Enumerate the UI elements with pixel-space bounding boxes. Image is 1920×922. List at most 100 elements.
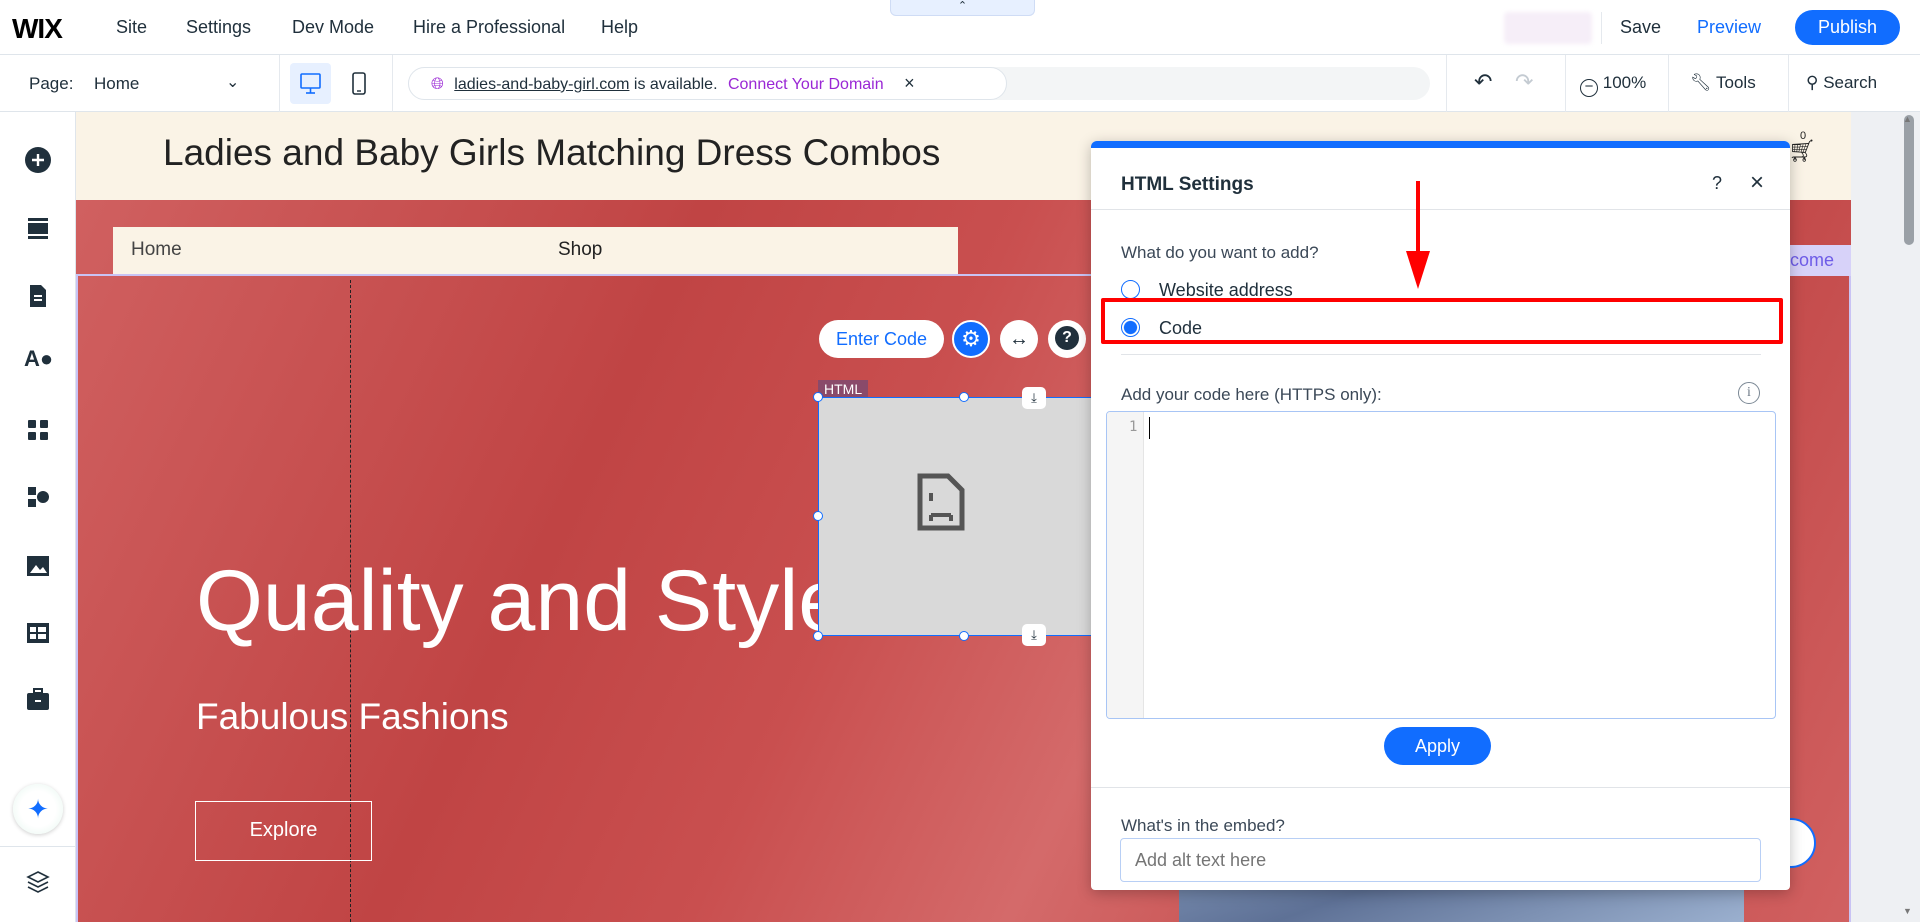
divider — [0, 846, 76, 847]
menu-settings[interactable]: Settings — [186, 17, 251, 38]
divider — [1121, 354, 1761, 355]
collapse-handle[interactable]: ⌃ — [890, 0, 1035, 16]
explore-button[interactable]: Explore — [195, 801, 372, 861]
theme-icon[interactable]: A● — [24, 346, 53, 374]
publish-button[interactable]: Publish — [1795, 10, 1900, 45]
nav-shop[interactable]: Shop — [558, 239, 602, 261]
scroll-up-arrow[interactable]: ▲ — [1903, 114, 1912, 124]
alt-text-input[interactable] — [1120, 838, 1761, 882]
page-value: Home — [94, 74, 140, 93]
business-apps-icon[interactable] — [24, 483, 52, 511]
gear-icon: ⚙︎ — [961, 326, 981, 351]
save-button[interactable]: Save — [1620, 17, 1661, 38]
stretch-button[interactable]: ↔ — [1000, 320, 1038, 358]
portfolio-icon[interactable] — [24, 686, 52, 714]
code-input[interactable] — [1149, 417, 1152, 439]
pages-icon[interactable] — [24, 282, 52, 310]
chevron-down-icon: ⌄ — [226, 74, 240, 91]
dialog-help-button[interactable]: ? — [1712, 173, 1722, 194]
wix-logo[interactable]: WIX — [12, 13, 63, 45]
connect-domain-link[interactable]: Connect Your Domain — [728, 76, 884, 93]
site-nav — [113, 227, 958, 274]
editor-toolbar: Page: Home ⌄ 🌐︎ ladies-and-baby-girl.com … — [0, 55, 1920, 112]
domain-status: is available. — [633, 76, 718, 93]
divider — [1601, 12, 1602, 44]
cart-icon[interactable]: 🛒︎ 0 — [1788, 130, 1816, 164]
code-label: Add your code here (HTTPS only): — [1121, 385, 1382, 404]
resize-handle[interactable] — [813, 392, 823, 402]
domain-notice: 🌐︎ ladies-and-baby-girl.com is available… — [408, 67, 1007, 100]
divider — [1091, 209, 1790, 210]
anchor-bottom-button[interactable]: ⤓ — [1022, 624, 1046, 646]
help-icon: ? — [1055, 326, 1079, 350]
tools-button[interactable]: 🔧︎ Tools — [1690, 73, 1756, 93]
html-settings-dialog: HTML Settings ? × What do you want to ad… — [1091, 141, 1790, 890]
search-button[interactable]: ⚲ Search — [1806, 73, 1877, 93]
settings-gear-button[interactable]: ⚙︎ — [952, 320, 990, 358]
menu-dev-mode[interactable]: Dev Mode — [292, 17, 374, 38]
search-icon: ⚲ — [1806, 73, 1819, 92]
info-icon[interactable]: i — [1738, 382, 1760, 404]
line-number: 1 — [1129, 419, 1138, 435]
add-elements-icon[interactable] — [24, 146, 52, 174]
desktop-icon — [300, 73, 321, 94]
layers-icon[interactable] — [24, 868, 52, 896]
broken-file-icon — [917, 473, 965, 531]
cms-icon[interactable] — [24, 619, 52, 647]
tools-label: Tools — [1716, 73, 1756, 92]
add-type-question: What do you want to add? — [1121, 243, 1319, 262]
avatar[interactable] — [1504, 12, 1592, 44]
hero-subtitle[interactable]: Fabulous Fashions — [196, 696, 509, 738]
zoom-control[interactable]: − 100% — [1580, 73, 1646, 97]
divider — [1091, 787, 1790, 788]
scroll-down-arrow[interactable]: ▼ — [1903, 906, 1912, 916]
anchor-top-button[interactable]: ⤓ — [1022, 387, 1046, 409]
cart-count: 0 — [1800, 130, 1807, 142]
domain-name[interactable]: ladies-and-baby-girl.com — [454, 76, 629, 93]
dialog-close-button[interactable]: × — [1750, 169, 1764, 197]
left-sidebar: A● ✦ — [0, 112, 76, 922]
desktop-view-button[interactable] — [290, 63, 331, 104]
menu-site[interactable]: Site — [116, 17, 147, 38]
apply-button[interactable]: Apply — [1384, 727, 1491, 765]
hero-title[interactable]: Quality and Style — [196, 552, 846, 651]
enter-code-button[interactable]: Enter Code — [819, 320, 944, 358]
dialog-title: HTML Settings — [1121, 174, 1254, 195]
mobile-icon — [352, 72, 366, 95]
annotation-arrow-icon — [1406, 181, 1430, 289]
apps-icon[interactable] — [24, 416, 52, 444]
media-icon[interactable] — [24, 552, 52, 580]
globe-icon: 🌐︎ — [431, 76, 444, 93]
nav-home[interactable]: Home — [131, 239, 182, 261]
ai-assistant-button[interactable]: ✦ — [13, 784, 63, 834]
mobile-view-button[interactable] — [341, 63, 377, 104]
top-bar: ⌃ WIX Site Settings Dev Mode Hire a Prof… — [0, 0, 1920, 55]
wrench-icon: 🔧︎ — [1690, 73, 1712, 92]
site-title[interactable]: Ladies and Baby Girls Matching Dress Com… — [163, 132, 940, 174]
help-button[interactable]: ? — [1048, 320, 1086, 358]
embed-label: What's in the embed? — [1121, 816, 1285, 835]
resize-handle[interactable] — [813, 511, 823, 521]
resize-handle[interactable] — [813, 631, 823, 641]
page-label: Page: — [29, 74, 74, 93]
html-embed-element[interactable] — [818, 397, 1108, 636]
preview-button[interactable]: Preview — [1697, 17, 1761, 38]
resize-handle[interactable] — [959, 631, 969, 641]
scrollbar[interactable] — [1904, 115, 1914, 245]
stretch-arrows-icon: ↔ — [1009, 328, 1029, 350]
menu-help[interactable]: Help — [601, 17, 638, 38]
welcome-strip: come — [1790, 245, 1851, 276]
line-gutter — [1107, 412, 1144, 718]
radio-label: Website address — [1159, 280, 1293, 300]
search-label: Search — [1823, 73, 1878, 92]
zoom-value: 100% — [1602, 73, 1647, 92]
undo-button[interactable]: ↶ — [1474, 69, 1492, 95]
page-select[interactable]: Home ⌄ — [94, 74, 244, 94]
menu-hire-professional[interactable]: Hire a Professional — [413, 17, 565, 38]
code-editor[interactable]: 1 — [1106, 411, 1776, 719]
sections-icon[interactable] — [24, 214, 52, 242]
redo-button[interactable]: ↷ — [1515, 69, 1533, 95]
chevron-up-icon: ⌃ — [957, 0, 968, 12]
close-notice-button[interactable]: × — [904, 73, 915, 93]
resize-handle[interactable] — [959, 392, 969, 402]
